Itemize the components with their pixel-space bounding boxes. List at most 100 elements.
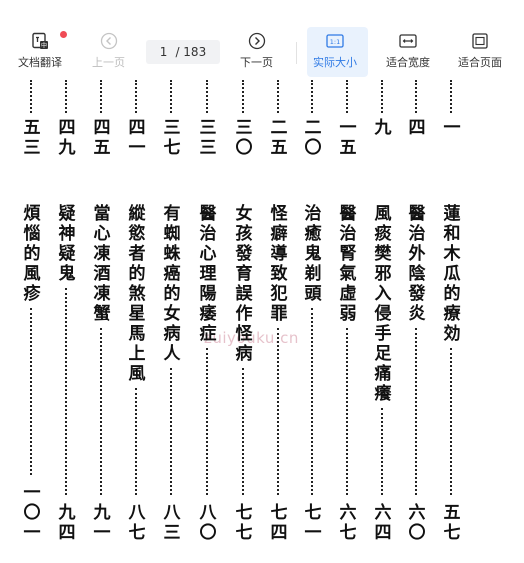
toc-page-bottom: 六七 [339,503,357,543]
toc-title: 治癒鬼剃頭 [304,204,322,304]
toc-title: 有蜘蛛癌的女病人 [163,204,181,364]
toc-leader-dots [450,80,452,113]
toc-title: 醫治心理陽痿症 [199,204,217,344]
toc-leader-dots [170,80,172,113]
fit-page-label: 适合页面 [458,56,502,69]
toc-leader-dots [346,328,348,495]
toc-page-top: 四九 [58,118,76,158]
prev-page-label: 上一页 [92,56,125,69]
toc-entry[interactable]: 三三醫治心理陽痿症八〇 [197,80,219,555]
one-to-one-icon: 1:1 [326,34,344,48]
toc-leader-dots [381,80,383,113]
actual-size-button[interactable]: 1:1 实际大小 [313,32,357,76]
toc-leader-dots [415,328,417,495]
toc-page-top: 三三 [199,118,217,158]
toc-entry[interactable]: 三七有蜘蛛癌的女病人八三 [161,80,183,555]
reader-toolbar: 中 文档翻译 上一页 1 / 183 下一页 1:1 实际大小 适合宽度 适合页… [0,0,524,80]
current-page-input[interactable]: 1 [160,45,168,59]
fit-width-icon [399,34,417,48]
toc-leader-dots [100,80,102,113]
toc-page-top: 一 [443,118,461,138]
toc-page-bottom: 六四 [374,503,392,543]
toc-leader-dots [206,80,208,113]
document-translate-icon: 中 [32,32,48,50]
toc-leader-dots [170,368,172,495]
toc-title: 醫治外陰發炎 [408,204,426,324]
toc-page-top: 三七 [163,118,181,158]
toc-entry[interactable]: 四醫治外陰發炎六〇 [406,80,428,555]
toc-page-top: 四一 [128,118,146,158]
toc-page-bottom: 一〇一 [23,483,41,543]
toc-entry[interactable]: 四九疑神疑鬼九四 [56,80,78,555]
toc-entry[interactable]: 三〇女孩發育誤作怪病七七 [233,80,255,555]
toc-page-top: 三〇 [235,118,253,158]
circle-chevron-right-icon [248,32,265,50]
translate-button[interactable]: 中 文档翻译 [18,32,62,76]
toc-leader-dots [135,80,137,113]
toc-entry[interactable]: 五三煩惱的風疹一〇一 [21,80,43,555]
toc-title: 蓮和木瓜的療効 [443,204,461,344]
toc-title: 疑神疑鬼 [58,204,76,284]
toc-leader-dots [30,308,32,475]
toc-leader-dots [206,348,208,495]
toc-entry[interactable]: 一五醫治腎氣虛弱六七 [337,80,359,555]
toc-leader-dots [381,408,383,495]
toc-page-top: 二五 [270,118,288,158]
toc-title: 煩惱的風疹 [23,204,41,304]
toc-page-bottom: 九四 [58,503,76,543]
toc-leader-dots [65,80,67,113]
next-page-label: 下一页 [240,56,273,69]
toc-page-bottom: 八七 [128,503,146,543]
next-page-button[interactable]: 下一页 [240,32,273,76]
toc-title: 風痰樊邪入侵手足痛癢 [374,204,392,404]
toc-title: 怪癖導致犯罪 [270,204,288,324]
prev-page-button[interactable]: 上一页 [92,32,125,76]
toc-leader-dots [277,328,279,495]
toc-entry[interactable]: 一蓮和木瓜的療効五七 [441,80,463,555]
toc-leader-dots [30,80,32,113]
toc-leader-dots [65,288,67,495]
toc-leader-dots [135,388,137,495]
toc-entry[interactable]: 二五怪癖導致犯罪七四 [268,80,290,555]
fit-width-button[interactable]: 适合宽度 [386,32,430,76]
circle-chevron-left-icon [100,32,117,50]
toc-entry[interactable]: 四五當心凍酒凍蟹九一 [91,80,113,555]
toc-leader-dots [346,80,348,113]
fit-page-icon [472,33,488,49]
one-to-one-icon-text: 1:1 [330,38,340,46]
page-number-field[interactable]: 1 / 183 [146,40,220,64]
toc-title: 當心凍酒凍蟹 [93,204,111,324]
actual-size-label: 实际大小 [313,56,357,69]
toc-page-top: 四五 [93,118,111,158]
toc-page-top: 九 [374,118,392,138]
toc-leader-dots [311,80,313,113]
fit-page-button[interactable]: 适合页面 [458,32,502,76]
translate-label: 文档翻译 [18,56,62,69]
svg-text:中: 中 [41,42,47,50]
toc-page-bottom: 九一 [93,503,111,543]
toolbar-divider [296,42,297,64]
toc-page-top: 二〇 [304,118,322,158]
toc-leader-dots [242,80,244,113]
toc-page-bottom: 六〇 [408,503,426,543]
toc-leader-dots [311,308,313,495]
toc-title: 醫治腎氣虛弱 [339,204,357,324]
toc-page-bottom: 七四 [270,503,288,543]
toc-entry[interactable]: 四一縱慾者的煞星馬上風八七 [126,80,148,555]
toc-entry[interactable]: 九風痰樊邪入侵手足痛癢六四 [372,80,394,555]
notification-badge [60,31,67,38]
toc-title: 女孩發育誤作怪病 [235,204,253,364]
toc-page-top: 五三 [23,118,41,158]
toc-entry[interactable]: 二〇治癒鬼剃頭七一 [302,80,324,555]
toc-page-bottom: 八三 [163,503,181,543]
document-page: zuiyouku.cn 一蓮和木瓜的療効五七四醫治外陰發炎六〇九風痰樊邪入侵手足… [0,80,524,563]
toc-page-bottom: 八〇 [199,503,217,543]
toc-leader-dots [415,80,417,113]
toc-page-bottom: 七七 [235,503,253,543]
toc-leader-dots [242,368,244,495]
toc-leader-dots [277,80,279,113]
toc-page-bottom: 七一 [304,503,322,543]
toc-page-top: 四 [408,118,426,138]
toc-leader-dots [450,348,452,495]
toc-page-bottom: 五七 [443,503,461,543]
